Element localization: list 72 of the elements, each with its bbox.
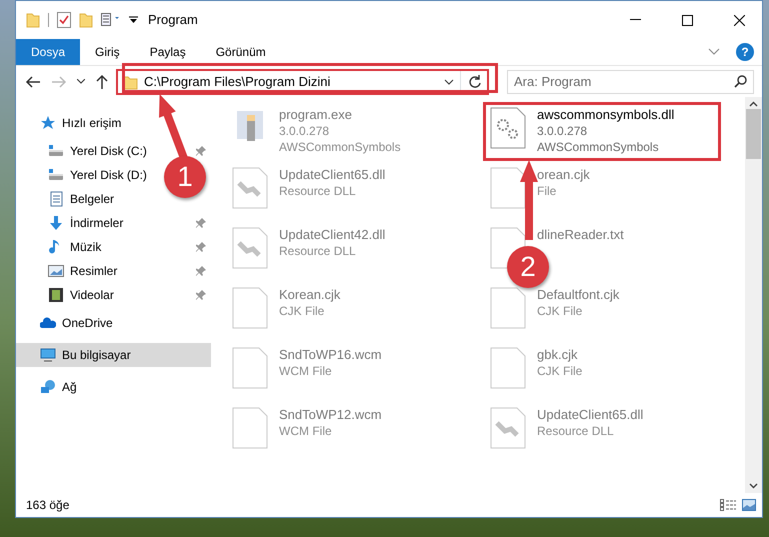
properties-icon[interactable] [101, 13, 121, 27]
file-detail: Resource DLL [279, 183, 357, 199]
file-name[interactable]: UpdateClient65.dll [279, 167, 386, 183]
network-icon [40, 379, 56, 395]
checklist-icon[interactable] [57, 12, 71, 28]
sidebar-item[interactable]: Bu bilgisayar [16, 343, 211, 367]
sidebar-item[interactable]: Yerel Disk (D:) [16, 163, 153, 187]
file-name[interactable]: gbk.cjk [537, 347, 582, 363]
details-view-icon[interactable] [720, 499, 736, 511]
customize-caret-icon[interactable] [129, 16, 138, 24]
file-name[interactable]: awscommonsymbols.dll [537, 107, 674, 123]
file-tab[interactable]: Dosya [16, 39, 80, 65]
file-detail: Resource DLL [279, 243, 357, 259]
recent-locations-dropdown[interactable] [74, 79, 88, 84]
file-detail: 3.0.0.278 [279, 123, 330, 139]
file-name[interactable]: Korean.cjk [279, 287, 340, 303]
ribbon-tab[interactable]: Giriş [80, 39, 135, 65]
ribbon-tab[interactable]: Görünüm [200, 39, 281, 65]
window-title: Program [148, 11, 198, 30]
file-detail: WCM File [279, 423, 333, 439]
sidebar-item[interactable]: İndirmeler [16, 211, 212, 235]
expand-ribbon-icon[interactable] [708, 48, 720, 56]
file-name[interactable]: program.exe [279, 107, 401, 123]
file-detail: CJK File [537, 303, 584, 319]
sidebar-item[interactable]: Müzik [16, 235, 212, 259]
scroll-up-icon[interactable] [749, 101, 758, 107]
file-detail: WCM File [279, 363, 333, 379]
drive-icon [48, 167, 64, 183]
drive-icon [48, 143, 64, 159]
document-icon [48, 191, 64, 207]
file-name[interactable]: UpdateClient65.dll [537, 407, 644, 423]
cloud-icon [40, 315, 56, 331]
sidebar-item[interactable]: Belgeler [16, 187, 120, 211]
film-icon [48, 287, 64, 303]
sidebar-item[interactable]: Hızlı erişim [16, 111, 128, 135]
search-field[interactable]: Ara: Program [507, 70, 754, 94]
file-name[interactable]: orean.cjk [537, 167, 590, 183]
scrollbar-thumb[interactable] [746, 109, 761, 159]
file-detail: AWSCommonSymbols [279, 139, 401, 155]
maximize-icon [682, 14, 692, 26]
file-detail: Resource DLL [537, 423, 615, 439]
large-icons-view-icon[interactable] [742, 499, 756, 511]
file-name[interactable]: UpdateClient42.dll [279, 227, 386, 243]
file-detail: AWSCommonSymbols [537, 139, 660, 155]
download-arrow-icon [48, 215, 64, 231]
file-detail: File [537, 183, 558, 199]
item-count: 163 öğe [26, 497, 70, 514]
dropdown-caret-icon[interactable] [444, 78, 454, 84]
help-button[interactable]: ? [736, 43, 754, 61]
search-icon [734, 75, 747, 88]
file-name[interactable]: dlineReader.txt [537, 227, 624, 243]
file-name[interactable]: Defaultfont.cjk [537, 287, 620, 303]
sidebar-item[interactable]: OneDrive [16, 311, 119, 335]
sidebar-item[interactable]: Videolar [16, 283, 212, 307]
address-field[interactable]: C:\Program Files\Program Dizini [116, 68, 489, 94]
file-detail: CJK File [279, 303, 326, 319]
file-name[interactable]: SndToWP12.wcm [279, 407, 382, 423]
address-path: C:\Program Files\Program Dizini [144, 72, 330, 91]
close-icon [734, 14, 744, 26]
file-detail: 3.0.0.278 [537, 123, 588, 139]
sidebar-item[interactable]: Ağ [16, 375, 83, 399]
scroll-down-icon[interactable] [749, 483, 758, 489]
sidebar-item[interactable]: Resimler [16, 259, 212, 283]
file-name[interactable]: SndToWP16.wcm [279, 347, 382, 363]
refresh-icon[interactable] [467, 74, 483, 90]
minimize-icon [630, 19, 640, 21]
vertical-scrollbar[interactable] [745, 97, 762, 493]
monitor-icon [40, 347, 56, 363]
picture-icon [48, 263, 64, 279]
ribbon-tab[interactable]: Paylaş [134, 39, 201, 65]
star-icon [40, 115, 56, 131]
file-detail: CJK File [537, 363, 582, 379]
